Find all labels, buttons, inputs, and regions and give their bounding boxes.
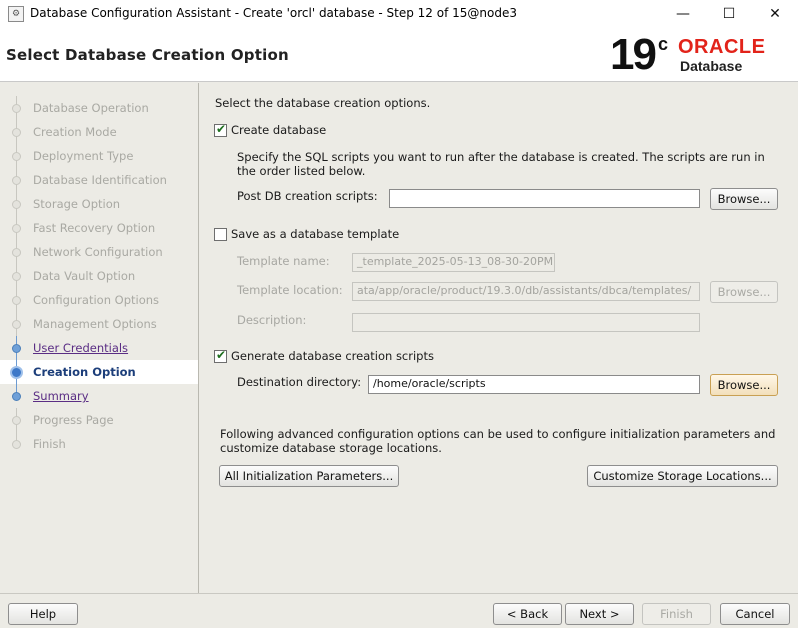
next-button[interactable]: Next > [565,603,634,625]
step-creation-mode: Creation Mode [0,120,198,144]
template-name-label: Template name: [237,254,330,268]
destination-directory-label: Destination directory: [237,375,362,389]
window-titlebar: ⚙ Database Configuration Assistant - Cre… [0,0,798,28]
step-dot-icon [12,392,21,401]
step-dot-icon [12,248,21,257]
logo-product: Database [680,58,743,74]
customize-storage-locations-button[interactable]: Customize Storage Locations... [587,465,778,487]
advanced-options-text: Following advanced configuration options… [220,427,776,441]
step-management-options: Management Options [0,312,198,336]
all-initialization-parameters-button[interactable]: All Initialization Parameters... [219,465,399,487]
generate-scripts-label[interactable]: Generate database creation scripts [231,349,434,363]
step-database-identification: Database Identification [0,168,198,192]
step-finish: Finish [0,432,198,456]
template-location-label: Template location: [237,283,343,297]
post-scripts-description: Specify the SQL scripts you want to run … [237,150,765,164]
step-dot-icon [12,200,21,209]
step-dot-icon [12,128,21,137]
template-location-browse-button[interactable]: Browse... [710,281,778,303]
step-dot-icon [12,416,21,425]
destination-directory-input[interactable]: /home/oracle/scripts [368,375,700,394]
page-title: Select Database Creation Option [6,46,289,64]
advanced-options-text-cont: customize database storage locations. [220,441,442,455]
step-dot-icon [12,320,21,329]
step-user-credentials[interactable]: User Credentials [0,336,198,360]
step-network-configuration: Network Configuration [0,240,198,264]
cancel-button[interactable]: Cancel [720,603,790,625]
dbca-app-icon: ⚙ [8,6,24,22]
create-database-checkbox[interactable]: ✔ [214,122,227,137]
step-dot-icon [12,296,21,305]
intro-text: Select the database creation options. [215,96,431,110]
template-location-input[interactable]: ata/app/oracle/product/19.3.0/db/assista… [352,282,700,301]
step-fast-recovery-option: Fast Recovery Option [0,216,198,240]
generate-scripts-checkbox[interactable]: ✔ [214,348,227,363]
save-template-checkbox[interactable] [214,228,227,241]
step-creation-option: Creation Option [0,360,198,384]
check-icon: ✔ [216,348,227,362]
step-progress-page: Progress Page [0,408,198,432]
back-button[interactable]: < Back [493,603,562,625]
finish-button[interactable]: Finish [642,603,711,625]
destination-browse-button[interactable]: Browse... [710,374,778,396]
step-dot-icon [12,224,21,233]
post-scripts-description-cont: the order listed below. [237,164,366,178]
minimize-icon[interactable]: — [660,0,706,28]
maximize-icon[interactable]: ☐ [706,0,752,28]
oracle-logo: ORACLE [678,36,766,58]
check-icon: ✔ [216,122,227,136]
window-title: Database Configuration Assistant - Creat… [30,6,517,20]
post-scripts-label: Post DB creation scripts: [237,189,378,203]
page-header: Select Database Creation Option 19 c ORA… [0,28,798,82]
step-current-icon [10,366,23,379]
step-data-vault-option: Data Vault Option [0,264,198,288]
step-dot-icon [12,272,21,281]
logo-version: 19 [610,30,657,79]
step-dot-icon [12,344,21,353]
step-summary[interactable]: Summary [0,384,198,408]
step-database-operation: Database Operation [0,96,198,120]
logo-version-suffix: c [658,34,669,54]
footer-divider [0,593,798,594]
save-template-label[interactable]: Save as a database template [231,227,399,241]
step-storage-option: Storage Option [0,192,198,216]
template-name-input[interactable]: _template_2025-05-13_08-30-20PM [352,253,555,272]
step-dot-icon [12,176,21,185]
close-icon[interactable]: ✕ [752,0,798,28]
template-description-label: Description: [237,313,307,327]
help-button[interactable]: Help [8,603,78,625]
step-deployment-type: Deployment Type [0,144,198,168]
post-scripts-input[interactable] [389,189,700,208]
steps-sidebar: Database Operation Creation Mode Deploym… [0,83,199,593]
post-scripts-browse-button[interactable]: Browse... [710,188,778,210]
step-dot-icon [12,152,21,161]
step-configuration-options: Configuration Options [0,288,198,312]
step-dot-icon [12,104,21,113]
step-dot-icon [12,440,21,449]
template-description-input[interactable] [352,313,700,332]
create-database-label[interactable]: Create database [231,123,326,137]
